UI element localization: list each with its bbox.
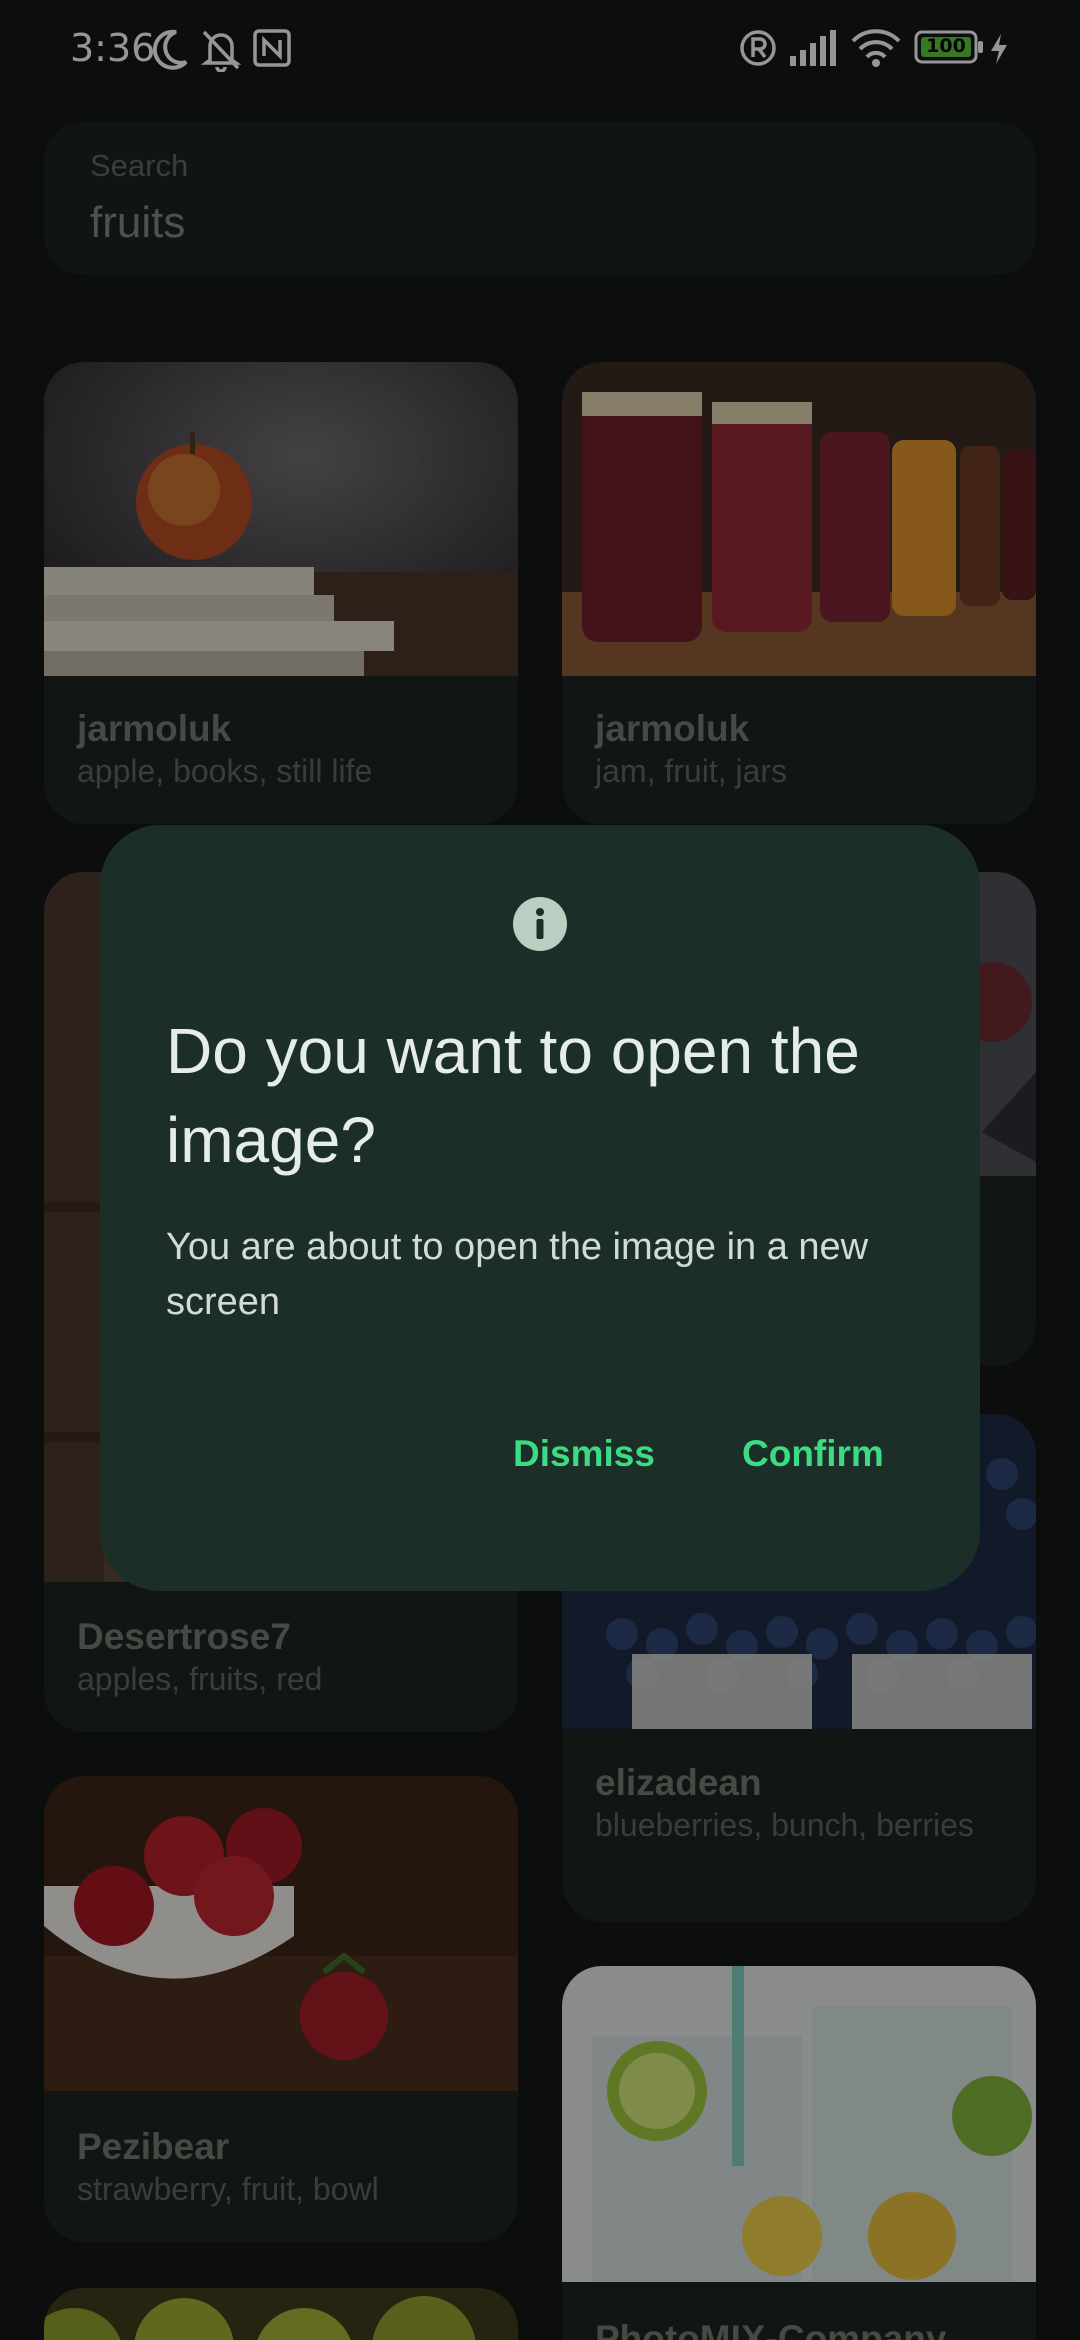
screen: 3:36 100 Search fruits jarmoluk apple, b… — [0, 0, 1080, 2340]
dialog-message: You are about to open the image in a new… — [166, 1226, 869, 1323]
confirm-dialog: Do you want to open the image? You are a… — [100, 825, 980, 1591]
dismiss-button[interactable]: Dismiss — [513, 1433, 655, 1475]
dialog-title: Do you want to open the image? — [166, 1015, 860, 1176]
info-icon — [512, 896, 568, 957]
confirm-button[interactable]: Confirm — [742, 1433, 884, 1475]
